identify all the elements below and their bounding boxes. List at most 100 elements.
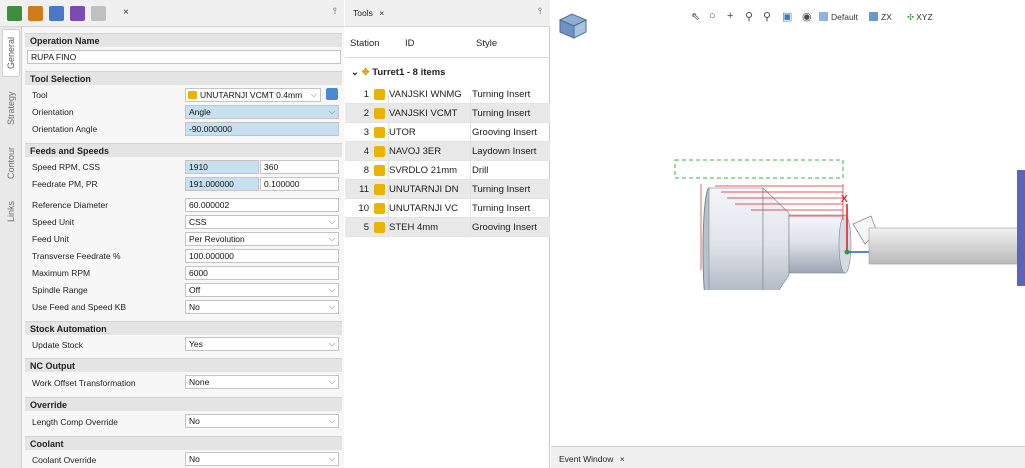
reference-diameter-field[interactable]: 60.000002 [185, 198, 339, 212]
fit-view-icon[interactable]: ▣ [782, 10, 792, 23]
tool-row[interactable]: 2 VANJSKI VCMT Turning Insert [345, 104, 550, 123]
tab-contour[interactable]: Contour [2, 139, 20, 187]
tool-station: 1 [363, 89, 369, 100]
tool-select[interactable]: UNUTARNJI VCMT 0.4mm ⌵ [185, 88, 321, 102]
close-icon[interactable]: × [379, 8, 384, 18]
section-override[interactable]: Override [25, 397, 342, 411]
tool-station: 4 [363, 146, 369, 157]
maximum-rpm-field[interactable]: 6000 [185, 266, 339, 280]
pin-icon[interactable]: ⫯ [538, 6, 542, 17]
tool-style: Grooving Insert [472, 222, 537, 233]
section-operation-name[interactable]: Operation Name [25, 33, 342, 47]
gear-tools-icon[interactable] [28, 6, 43, 21]
transverse-feedrate-field[interactable]: 100.000000 [185, 249, 339, 263]
tool-row[interactable]: 11 UNUTARNJI DN Turning Insert [345, 180, 550, 199]
column-header-style[interactable]: Style [476, 38, 497, 49]
chevron-down-icon: ⌵ [328, 454, 335, 463]
tab-links[interactable]: Links [2, 192, 20, 230]
zx-view-icon [869, 12, 878, 21]
coolant-override-select[interactable]: No ⌵ [185, 452, 339, 466]
zoom-icon[interactable]: ⚲ [745, 10, 753, 23]
column-header-station[interactable]: Station [350, 38, 380, 49]
spindle-range-select[interactable]: Off ⌵ [185, 283, 339, 297]
zoom-window-icon[interactable]: ⚲ [763, 10, 771, 23]
tab-tools[interactable]: Tools × [353, 8, 384, 18]
select-cursor-icon[interactable]: ⇖ [691, 10, 700, 23]
part-spigot [788, 214, 846, 274]
coolant-override-value: No [189, 454, 200, 464]
turret-group-row[interactable]: ⌄ ✥ Turret1 - 8 items [351, 67, 445, 78]
section-stock-automation[interactable]: Stock Automation [25, 321, 342, 335]
chevron-down-icon[interactable]: ⌄ [351, 67, 359, 78]
tool-row[interactable]: 10 UNUTARNJI VC Turning Insert [345, 199, 550, 218]
feedrate-pm-field[interactable]: 191.000000 [185, 177, 259, 191]
tool-station: 5 [363, 222, 369, 233]
part-model[interactable]: X Z [551, 140, 1025, 290]
pin-icon[interactable]: ⫯ [333, 6, 337, 17]
eye-icon[interactable]: ◉ [802, 10, 812, 23]
stock-boundary [674, 159, 844, 179]
view-xyz-button[interactable]: ✣ XYZ [907, 12, 933, 23]
tool-row[interactable]: 4 NAVOJ 3ER Laydown Insert [345, 142, 550, 161]
calculator-icon[interactable] [70, 6, 85, 21]
speed-css-field[interactable]: 360 [260, 160, 339, 174]
tab-strategy[interactable]: Strategy [2, 82, 20, 134]
chevron-down-icon: ⌵ [328, 377, 335, 386]
speed-unit-label: Speed Unit [32, 217, 75, 227]
tab-general[interactable]: General [2, 29, 20, 77]
tab-event-window[interactable]: Event Window × [559, 454, 625, 464]
feed-unit-select[interactable]: Per Revolution ⌵ [185, 232, 339, 246]
spigot-face [838, 214, 852, 274]
tool-id: NAVOJ 3ER [389, 146, 442, 157]
column-divider [470, 95, 471, 237]
tool-row[interactable]: 1 VANJSKI WNMG Turning Insert [345, 85, 550, 104]
orientation-angle-field[interactable]: -90.000000 [185, 122, 339, 136]
use-feed-speed-kb-select[interactable]: No ⌵ [185, 300, 339, 314]
orientation-select[interactable]: Angle ⌵ [185, 105, 339, 119]
work-offset-label: Work Offset Transformation [32, 378, 136, 388]
tool-id: SVRDLO 21mm [389, 165, 458, 176]
close-icon[interactable]: × [620, 454, 625, 464]
reference-diameter-label: Reference Diameter [32, 200, 109, 210]
close-icon[interactable]: × [123, 7, 129, 18]
section-nc-output[interactable]: NC Output [25, 358, 342, 372]
tool-station: 10 [358, 203, 369, 214]
pan-icon[interactable]: + [727, 10, 733, 22]
graphics-viewport[interactable]: ⇖ ○ + ⚲ ⚲ ▣ ◉ Default ZX ✣ XYZ X Event W… [551, 0, 1025, 468]
tool-row[interactable]: 5 STEH 4mm Grooving Insert [345, 218, 550, 237]
section-coolant[interactable]: Coolant [25, 436, 342, 450]
length-comp-override-select[interactable]: No ⌵ [185, 414, 339, 428]
tool-id: VANJSKI WNMG [389, 89, 462, 100]
tool-picker-icon[interactable] [326, 88, 338, 100]
tool-row[interactable]: 3 UTOR Grooving Insert [345, 123, 550, 142]
property-side-tabs: General Strategy Contour Links [0, 27, 22, 468]
xyz-axes-icon: ✣ [907, 12, 915, 22]
view-zx-button[interactable]: ZX [869, 12, 892, 22]
section-feeds-speeds[interactable]: Feeds and Speeds [25, 143, 342, 157]
operation-name-field[interactable]: RUPA FINO [27, 50, 341, 64]
feedrate-pr-field[interactable]: 0.100000 [260, 177, 339, 191]
update-stock-select[interactable]: Yes ⌵ [185, 337, 339, 351]
tools-tab-label: Tools [353, 8, 373, 18]
header-divider [345, 57, 550, 58]
work-offset-select[interactable]: None ⌵ [185, 375, 339, 389]
rotate-icon[interactable]: ○ [709, 10, 716, 22]
view-cube-icon[interactable] [556, 6, 590, 42]
view-default-button[interactable]: Default [819, 12, 858, 22]
speed-unit-select[interactable]: CSS ⌵ [185, 215, 339, 229]
turning-insert-icon [374, 184, 385, 195]
column-header-id[interactable]: ID [405, 38, 415, 49]
copy-icon[interactable] [49, 6, 64, 21]
speed-rpm-field[interactable]: 1910 [185, 160, 259, 174]
tool-row[interactable]: 8 SVRDLO 21mm Drill [345, 161, 550, 180]
section-tool-selection[interactable]: Tool Selection [25, 71, 342, 85]
turret-edge [1017, 170, 1025, 286]
wizard-icon[interactable] [91, 6, 106, 21]
tool-style: Laydown Insert [472, 146, 537, 157]
operation-green-icon[interactable] [7, 6, 22, 21]
coolant-override-label: Coolant Override [32, 455, 97, 465]
tool-id: UTOR [389, 127, 416, 138]
feed-unit-value: Per Revolution [189, 234, 245, 244]
chevron-down-icon: ⌵ [328, 339, 335, 348]
use-feed-speed-kb-value: No [189, 302, 200, 312]
